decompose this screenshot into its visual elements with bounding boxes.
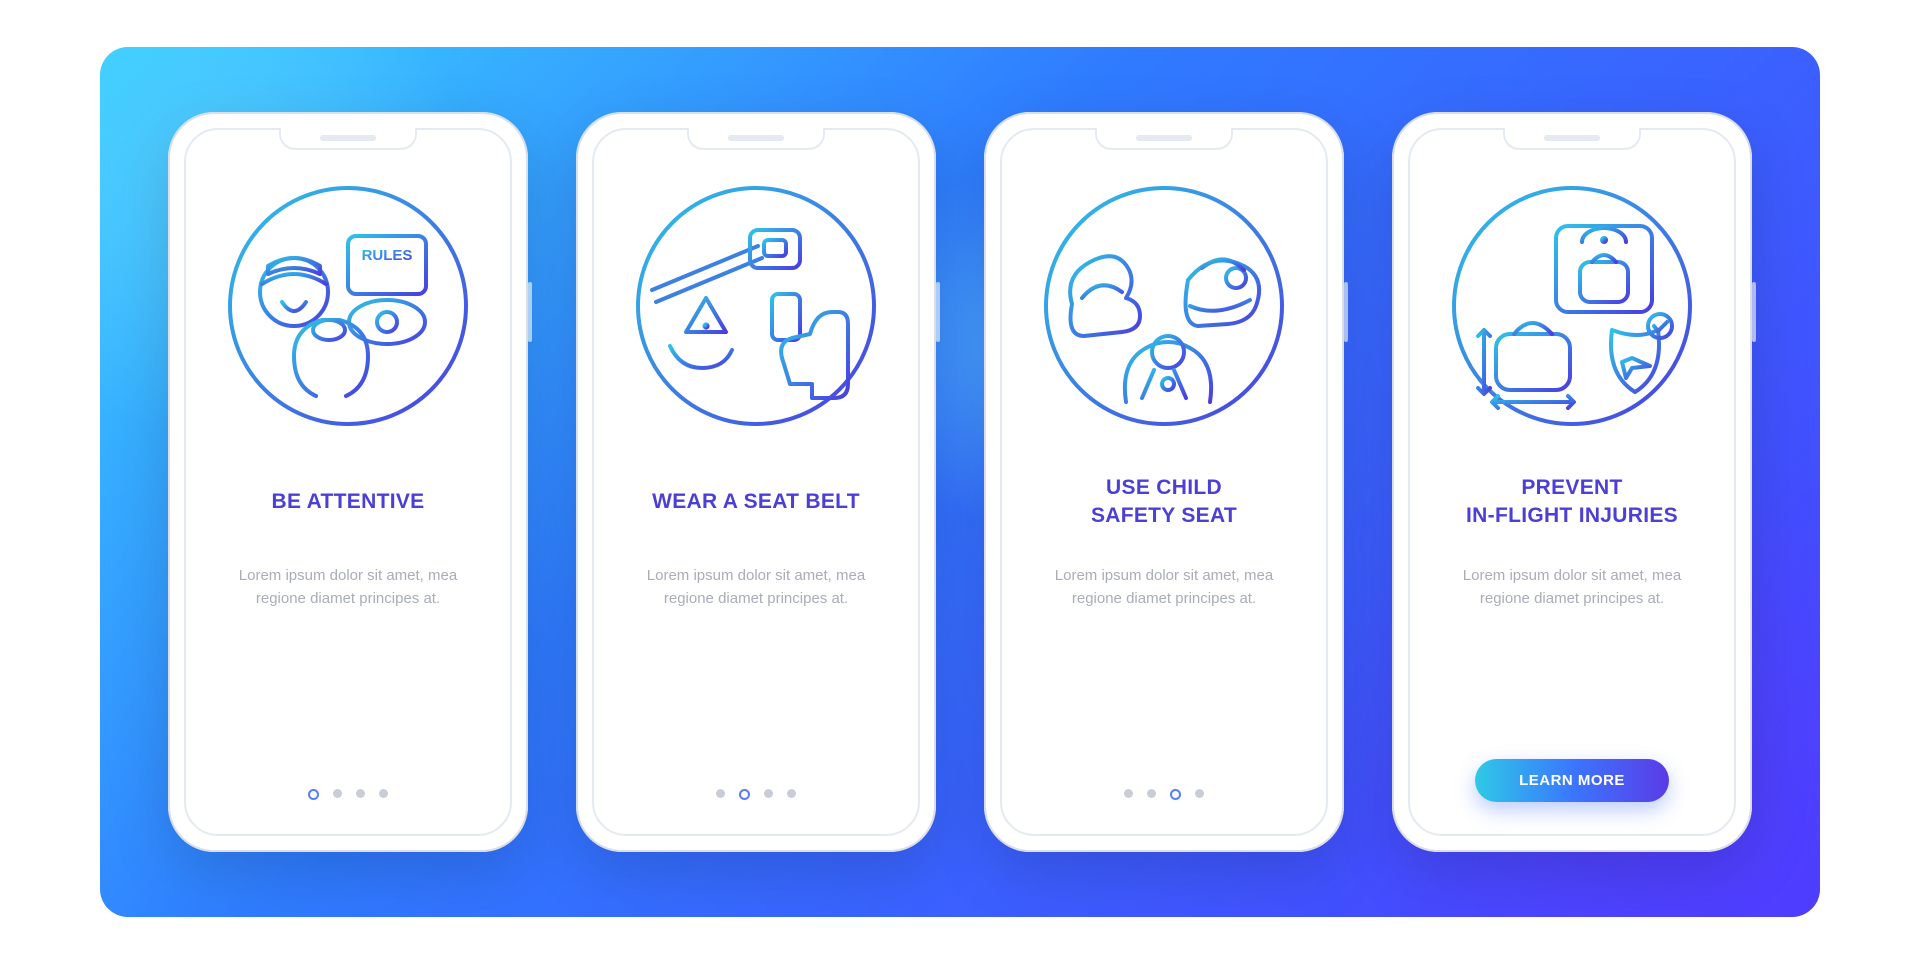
dot-4[interactable] xyxy=(379,789,388,798)
dot-1[interactable] xyxy=(1124,789,1133,798)
phone-notch xyxy=(687,128,825,150)
dot-1[interactable] xyxy=(716,789,725,798)
dot-4[interactable] xyxy=(787,789,796,798)
onboarding-description: Lorem ipsum dolor sit amet, mea regione … xyxy=(218,564,478,611)
dot-3[interactable] xyxy=(764,789,773,798)
dot-1[interactable] xyxy=(308,789,319,800)
dot-2[interactable] xyxy=(333,789,342,798)
onboarding-screen[interactable]: RULES BE ATTENTIVE Lorem ipsum dolor sit… xyxy=(184,128,512,836)
onboarding-title: WEAR A SEAT BELT xyxy=(652,474,860,530)
svg-text:RULES: RULES xyxy=(362,247,413,264)
onboarding-canvas: RULES BE ATTENTIVE Lorem ipsum dolor sit… xyxy=(100,47,1820,917)
onboarding-title: PREVENT IN-FLIGHT INJURIES xyxy=(1466,474,1678,530)
onboarding-screen[interactable]: USE CHILD SAFETY SEAT Lorem ipsum dolor … xyxy=(1000,128,1328,836)
phone-frame: WEAR A SEAT BELT Lorem ipsum dolor sit a… xyxy=(576,112,936,852)
pagination-dots[interactable] xyxy=(308,789,388,800)
prevent-injuries-icon xyxy=(1432,166,1712,446)
dot-2[interactable] xyxy=(739,789,750,800)
dot-4[interactable] xyxy=(1195,789,1204,798)
phone-frame: RULES BE ATTENTIVE Lorem ipsum dolor sit… xyxy=(168,112,528,852)
onboarding-description: Lorem ipsum dolor sit amet, mea regione … xyxy=(1442,564,1702,611)
phone-notch xyxy=(1503,128,1641,150)
onboarding-screen[interactable]: PREVENT IN-FLIGHT INJURIES Lorem ipsum d… xyxy=(1408,128,1736,836)
phone-notch xyxy=(1095,128,1233,150)
onboarding-description: Lorem ipsum dolor sit amet, mea regione … xyxy=(1034,564,1294,611)
onboarding-title: BE ATTENTIVE xyxy=(272,474,425,530)
phone-frame: PREVENT IN-FLIGHT INJURIES Lorem ipsum d… xyxy=(1392,112,1752,852)
dot-2[interactable] xyxy=(1147,789,1156,798)
be-attentive-icon: RULES xyxy=(208,166,488,446)
phone-frame: USE CHILD SAFETY SEAT Lorem ipsum dolor … xyxy=(984,112,1344,852)
onboarding-screen[interactable]: WEAR A SEAT BELT Lorem ipsum dolor sit a… xyxy=(592,128,920,836)
onboarding-title: USE CHILD SAFETY SEAT xyxy=(1091,474,1237,530)
dot-3[interactable] xyxy=(356,789,365,798)
learn-more-button[interactable]: LEARN MORE xyxy=(1475,759,1669,802)
child-safety-seat-icon xyxy=(1024,166,1304,446)
dot-3[interactable] xyxy=(1170,789,1181,800)
seat-belt-icon xyxy=(616,166,896,446)
phone-notch xyxy=(279,128,417,150)
pagination-dots[interactable] xyxy=(1124,789,1204,800)
onboarding-description: Lorem ipsum dolor sit amet, mea regione … xyxy=(626,564,886,611)
pagination-dots[interactable] xyxy=(716,789,796,800)
